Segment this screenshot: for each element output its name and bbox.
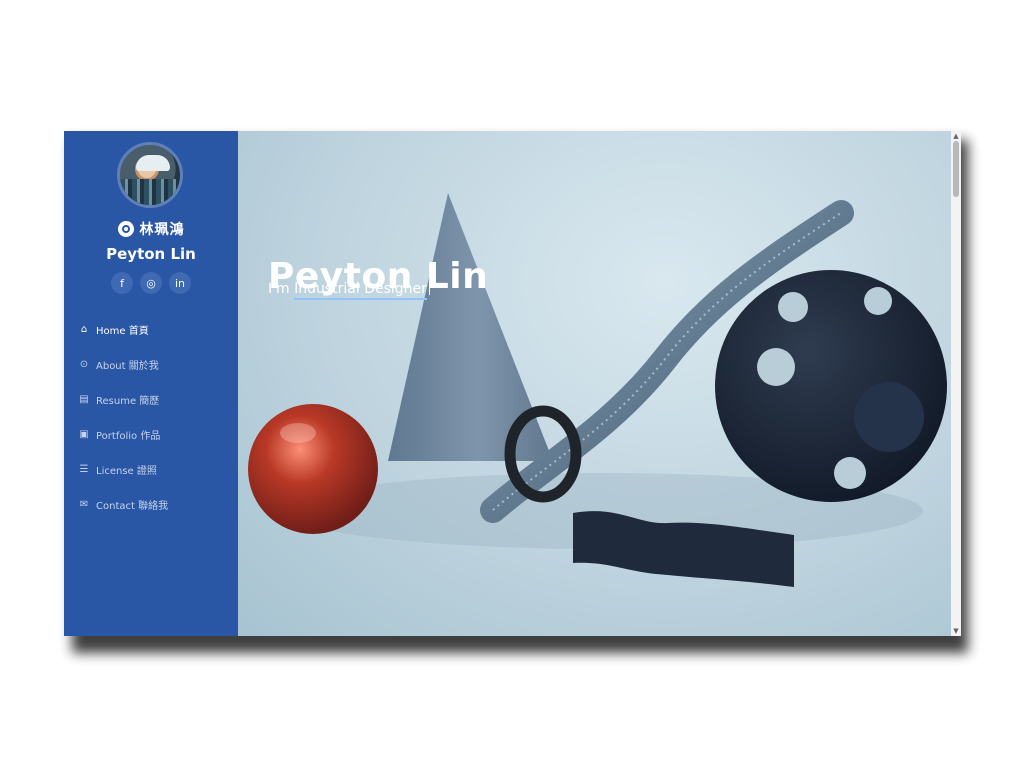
scrollbar-thumb[interactable] — [953, 141, 959, 197]
chinese-name: 林珮鴻 — [64, 219, 238, 239]
main-navigation: ⌂ Home 首頁 ⊙ About 關於我 ▤ Resume 簡歷 ▣ Port… — [78, 312, 238, 522]
nav-resume[interactable]: ▤ Resume 簡歷 — [78, 382, 238, 417]
facebook-icon[interactable]: f — [111, 272, 133, 294]
nav-portfolio[interactable]: ▣ Portfolio 作品 — [78, 417, 238, 452]
vertical-scrollbar[interactable]: ▲ ▼ — [951, 131, 961, 636]
instagram-icon[interactable]: ◎ — [140, 272, 162, 294]
nav-portfolio-label: Portfolio 作品 — [96, 431, 161, 442]
nav-home[interactable]: ⌂ Home 首頁 — [78, 312, 238, 347]
hero-prefix: I'm — [268, 281, 295, 297]
user-icon: ⊙ — [79, 359, 89, 370]
profile-avatar — [117, 142, 183, 208]
typing-cursor — [428, 281, 430, 295]
image-icon: ▣ — [79, 429, 89, 440]
server-icon: ☰ — [79, 464, 89, 475]
circular-emblem-icon — [117, 221, 134, 237]
nav-license[interactable]: ☰ License 證照 — [78, 452, 238, 487]
hero-typed-role: Industrial Designer — [294, 281, 427, 300]
nav-resume-label: Resume 簡歷 — [96, 396, 160, 407]
scroll-up-arrow-icon[interactable]: ▲ — [951, 131, 961, 141]
english-name: Peyton Lin — [106, 245, 196, 263]
nav-contact[interactable]: ✉ Contact 聯絡我 — [78, 487, 238, 522]
home-icon: ⌂ — [80, 324, 88, 335]
scroll-down-arrow-icon[interactable]: ▼ — [951, 626, 961, 636]
nav-contact-label: Contact 聯絡我 — [96, 501, 169, 512]
nav-home-label: Home 首頁 — [96, 326, 149, 337]
hero-subtitle: I'm Industrial Designer — [268, 281, 430, 300]
linkedin-icon[interactable]: in — [169, 272, 191, 294]
document-icon: ▤ — [79, 394, 89, 405]
nav-license-label: License 證照 — [96, 466, 157, 477]
nav-about-label: About 關於我 — [96, 361, 159, 372]
hero-section: Peyton Lin I'm Industrial Designer — [238, 131, 951, 636]
abstract-3d-objects-render — [248, 193, 947, 587]
envelope-icon: ✉ — [79, 499, 89, 510]
nav-about[interactable]: ⊙ About 關於我 — [78, 347, 238, 382]
social-links: f ◎ in — [111, 272, 191, 294]
browser-window: 林珮鴻 Peyton Lin f ◎ in ⌂ Home 首頁 ⊙ About … — [64, 131, 961, 636]
sidebar: 林珮鴻 Peyton Lin f ◎ in ⌂ Home 首頁 ⊙ About … — [64, 131, 238, 636]
